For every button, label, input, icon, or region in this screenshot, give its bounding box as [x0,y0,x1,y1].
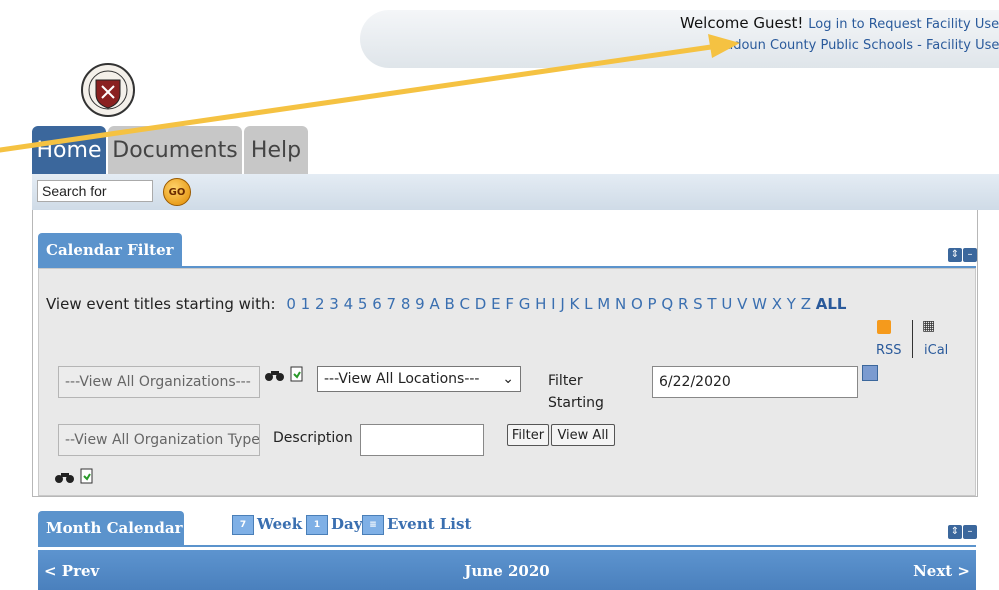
day-view-link[interactable]: 1 Day [306,515,362,535]
event-list-label: Event List [387,515,472,533]
search-input[interactable] [37,180,153,202]
current-month-title: June 2020 [464,562,550,580]
filter-starting-label: Filter Starting [548,373,604,411]
event-list-icon: ≡ [362,515,384,535]
welcome-message: Welcome Guest! Log in to Request Facilit… [680,14,999,32]
export-icon[interactable] [80,468,94,484]
description-input[interactable] [360,424,484,456]
week-view-label: Week [257,515,303,533]
month-calendar-divider [38,545,976,547]
sort-toggle-icon[interactable]: ⇕ [948,248,962,262]
collapse-icon[interactable]: – [963,525,977,539]
week-calendar-icon: 7 [232,515,254,535]
title-letter-filter: View event titles starting with: 0 1 2 3… [46,295,847,313]
organizations-field[interactable]: ---View All Organizations--- [58,366,260,398]
view-all-button[interactable]: View All [551,424,615,446]
collapse-icon[interactable]: – [963,248,977,262]
locations-value: ---View All Locations--- [324,371,480,387]
description-label: Description [273,430,353,446]
all-letters-link[interactable]: ALL [816,295,847,313]
view-titles-label: View event titles starting with: [46,295,276,313]
calendar-filter-tab[interactable]: Calendar Filter [38,233,182,267]
locations-select[interactable]: ---View All Locations--- ⌄ [317,366,521,392]
export-icon[interactable] [290,366,304,382]
school-seal-logo [81,63,135,117]
sort-toggle-icon[interactable]: ⇕ [948,525,962,539]
tab-documents[interactable]: Documents [108,126,242,174]
ical-link[interactable]: iCal [924,343,948,358]
letter-links[interactable]: 0 1 2 3 4 5 6 7 8 9 A B C D E F G H I J … [286,295,811,313]
binoculars-icon[interactable] [264,368,286,382]
binoculars-icon[interactable] [54,470,76,484]
go-button[interactable]: GO [163,178,191,206]
chevron-down-icon: ⌄ [502,371,514,387]
rss-link[interactable]: RSS [876,343,902,358]
start-date-input[interactable]: 6/22/2020 [652,366,858,398]
calendar-month-header: < Prev June 2020 Next > [38,550,976,590]
feed-divider [912,320,913,358]
filter-button[interactable]: Filter [507,424,549,446]
week-view-link[interactable]: 7 Week [232,515,302,535]
calendar-icon[interactable]: ▦ [922,318,935,334]
tab-help[interactable]: Help [244,126,308,174]
next-month-link[interactable]: Next > [913,562,970,580]
welcome-text: Welcome Guest! [680,14,804,32]
tab-home[interactable]: Home [32,126,106,174]
day-calendar-icon: 1 [306,515,328,535]
site-subtitle: Loudoun County Public Schools - Facility… [710,38,999,53]
organization-types-field[interactable]: --View All Organization Types-- [58,424,260,456]
login-link[interactable]: Log in to Request Facility Use [808,17,999,32]
day-view-label: Day [331,515,363,533]
rss-icon[interactable] [877,320,891,334]
date-picker-icon[interactable] [862,365,878,381]
event-list-view-link[interactable]: ≡ Event List [362,515,471,535]
month-calendar-tab[interactable]: Month Calendar [38,511,184,545]
